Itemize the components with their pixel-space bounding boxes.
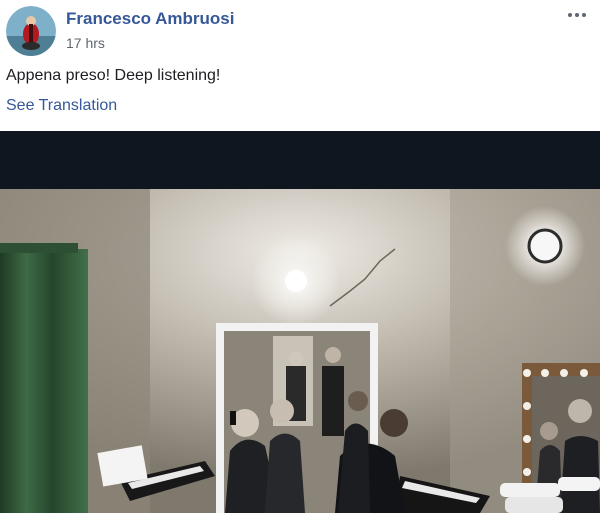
author-avatar[interactable] <box>6 6 56 56</box>
photo-top-band <box>0 131 600 189</box>
see-translation-link[interactable]: See Translation <box>6 97 117 115</box>
more-horizontal-icon[interactable] <box>564 6 590 24</box>
post-timestamp[interactable]: 17 hrs <box>66 35 105 51</box>
facebook-post: Francesco Ambruosi 17 hrs Appena preso! … <box>0 0 600 513</box>
author-name-link[interactable]: Francesco Ambruosi <box>66 9 234 29</box>
more-dot <box>575 13 579 17</box>
post-text: Appena preso! Deep listening! <box>6 67 221 84</box>
post-photo[interactable] <box>0 131 600 513</box>
more-dot <box>568 13 572 17</box>
green-curtain <box>0 249 88 513</box>
more-dot <box>582 13 586 17</box>
